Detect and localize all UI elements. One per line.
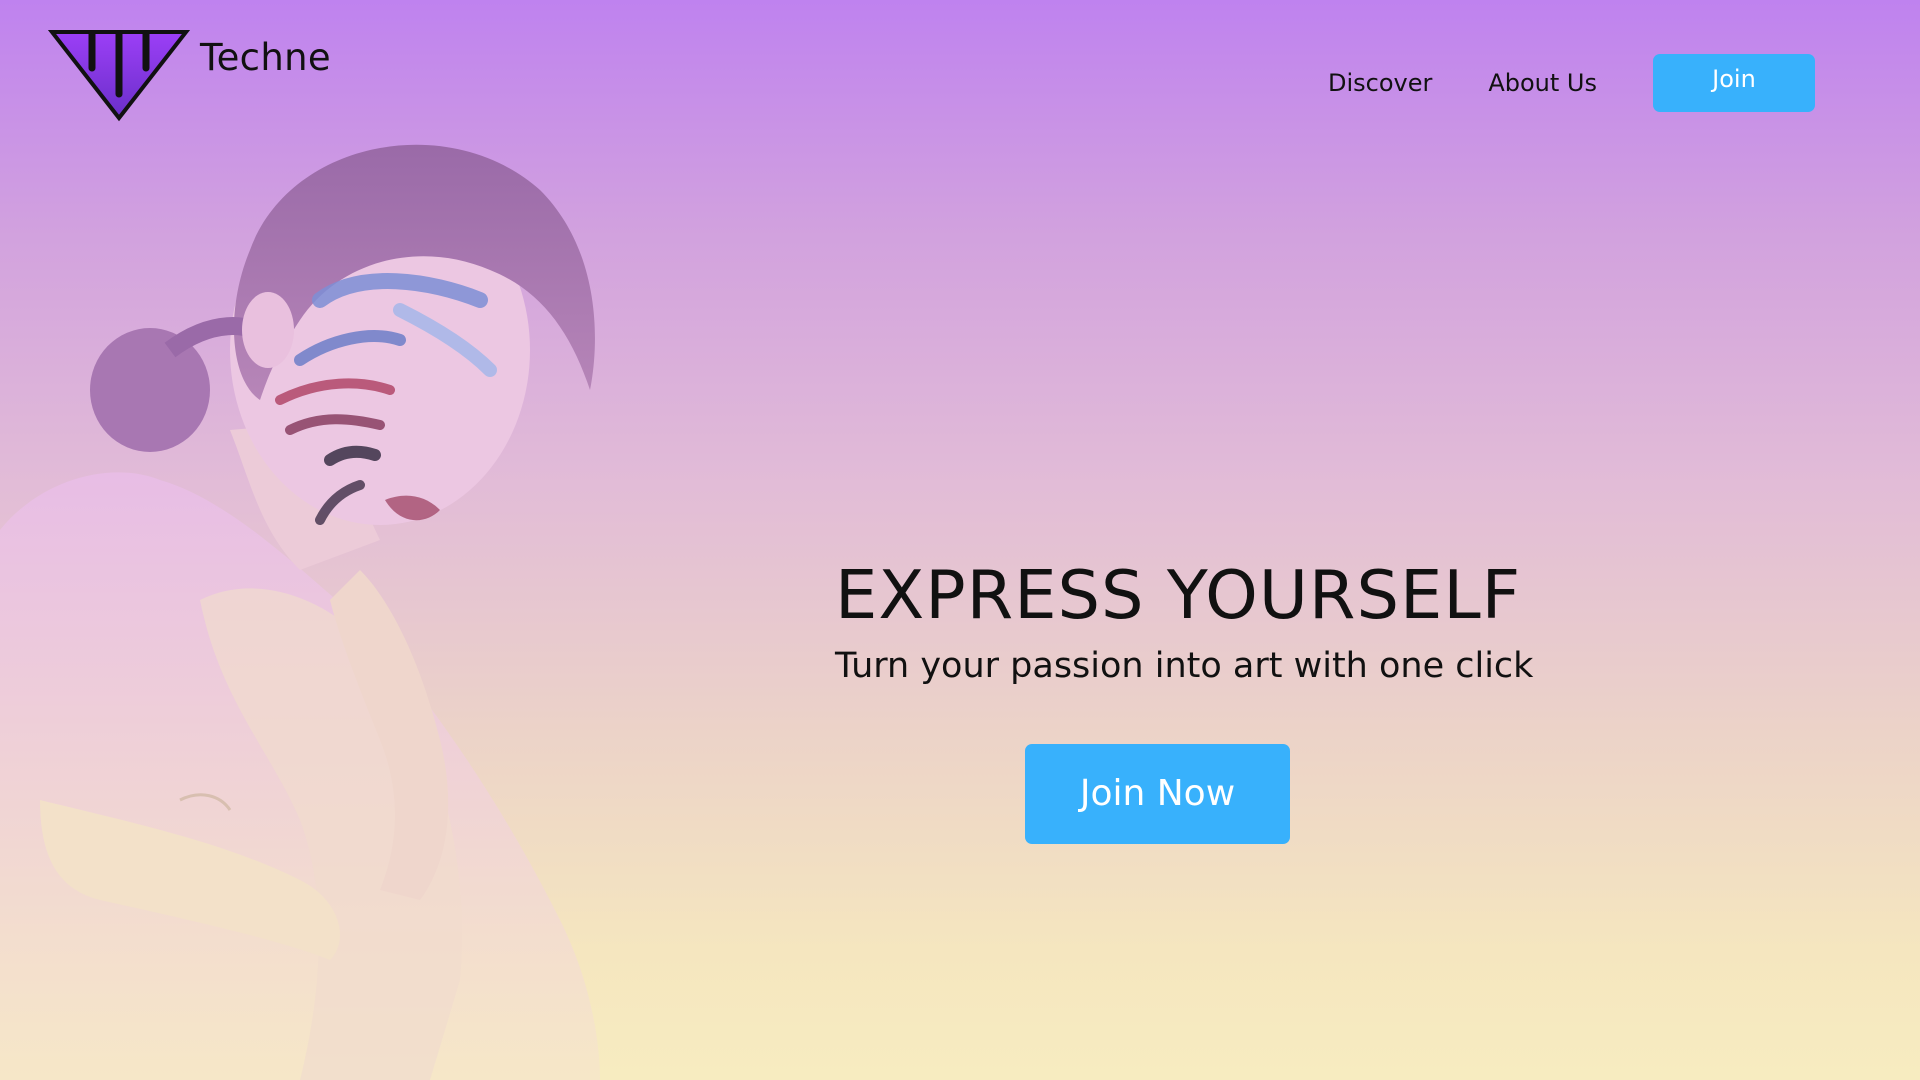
hero-subtitle: Turn your passion into art with one clic… bbox=[835, 646, 1534, 686]
brand-name: Techne bbox=[200, 36, 331, 79]
hero-image bbox=[0, 100, 620, 1080]
nav-link-about-us[interactable]: About Us bbox=[1488, 58, 1597, 108]
join-button[interactable]: Join bbox=[1653, 54, 1815, 112]
nav-link-discover[interactable]: Discover bbox=[1328, 58, 1432, 108]
join-now-button[interactable]: Join Now bbox=[1025, 744, 1290, 844]
triangle-logo-icon bbox=[48, 30, 190, 122]
hero-title: EXPRESS YOURSELF bbox=[835, 556, 1522, 634]
brand-logo[interactable]: Techne bbox=[48, 28, 331, 122]
hero-section: EXPRESS YOURSELF Turn your passion into … bbox=[835, 555, 1533, 691]
top-nav: Discover About Us Join bbox=[1328, 54, 1815, 112]
